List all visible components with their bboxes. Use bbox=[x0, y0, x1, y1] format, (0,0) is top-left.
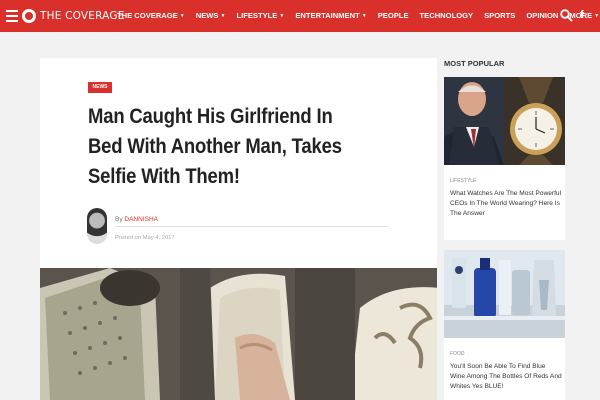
caret-down-icon: ▼ bbox=[361, 13, 367, 19]
menu-item-more[interactable]: MORE ▼ bbox=[569, 11, 599, 20]
card-image[interactable] bbox=[444, 250, 565, 338]
menu-item-entertainment[interactable]: ENTERTAINMENT ▼ bbox=[295, 11, 366, 20]
menu-item-news[interactable]: NEWS ▼ bbox=[196, 11, 226, 20]
menu-item-opinion[interactable]: OPINION bbox=[526, 11, 558, 20]
article-title: Man Caught His Girlfriend In Bed With An… bbox=[88, 105, 342, 188]
author-link[interactable]: DANNISHA bbox=[124, 216, 158, 223]
byline-divider bbox=[115, 226, 388, 227]
logo-text: THE COVERAGE bbox=[40, 10, 125, 22]
card-image[interactable] bbox=[444, 77, 565, 165]
card-category[interactable]: LIFESTYLE bbox=[450, 178, 476, 184]
byline-prefix: By bbox=[115, 216, 123, 223]
caret-down-icon: ▼ bbox=[220, 13, 226, 19]
menu-item-lifestyle[interactable]: LIFESTYLE ▼ bbox=[236, 11, 284, 20]
popular-card[interactable]: LIFESTYLE What Watches Are The Most Powe… bbox=[444, 77, 565, 240]
menu-item-sports[interactable]: SPORTS bbox=[484, 11, 515, 20]
author-avatar[interactable] bbox=[87, 208, 107, 244]
popular-card[interactable]: FOOD You'll Soon Be Able To Find Blue Wi… bbox=[444, 250, 565, 400]
category-badge[interactable]: NEWS bbox=[88, 82, 112, 93]
main-menu: THE COVERAGE ▼ NEWS ▼ LIFESTYLE ▼ ENTERTAIN… bbox=[117, 11, 600, 20]
hamburger-menu-icon[interactable] bbox=[6, 10, 18, 22]
card-title[interactable]: What Watches Are The Most Powerful CEOs … bbox=[450, 189, 562, 219]
most-popular-heading: MOST POPULAR bbox=[444, 59, 505, 68]
menu-item-people[interactable]: PEOPLE bbox=[378, 11, 409, 20]
hero-image bbox=[40, 268, 437, 400]
logo-ring-icon bbox=[22, 9, 36, 23]
card-category[interactable]: FOOD bbox=[450, 351, 464, 357]
caret-down-icon: ▼ bbox=[594, 13, 600, 19]
search-icon[interactable] bbox=[560, 9, 573, 22]
post-date: Posted on May 4, 2017 bbox=[115, 235, 175, 241]
top-navbar: THE COVERAGE THE COVERAGE ▼ NEWS ▼ LIFESTY… bbox=[0, 0, 600, 32]
menu-item-technology[interactable]: TECHNOLOGY bbox=[420, 11, 474, 20]
facebook-icon[interactable]: f bbox=[580, 9, 584, 21]
article-card: NEWS Man Caught His Girlfriend In Bed Wi… bbox=[40, 58, 437, 400]
caret-down-icon: ▼ bbox=[179, 13, 185, 19]
caret-down-icon: ▼ bbox=[279, 13, 285, 19]
card-title[interactable]: You'll Soon Be Able To Find Blue Wine Am… bbox=[450, 362, 562, 392]
menu-item-the-coverage[interactable]: THE COVERAGE ▼ bbox=[117, 11, 185, 20]
byline: By DANNISHA bbox=[115, 216, 158, 223]
site-logo[interactable]: THE COVERAGE bbox=[22, 7, 125, 25]
